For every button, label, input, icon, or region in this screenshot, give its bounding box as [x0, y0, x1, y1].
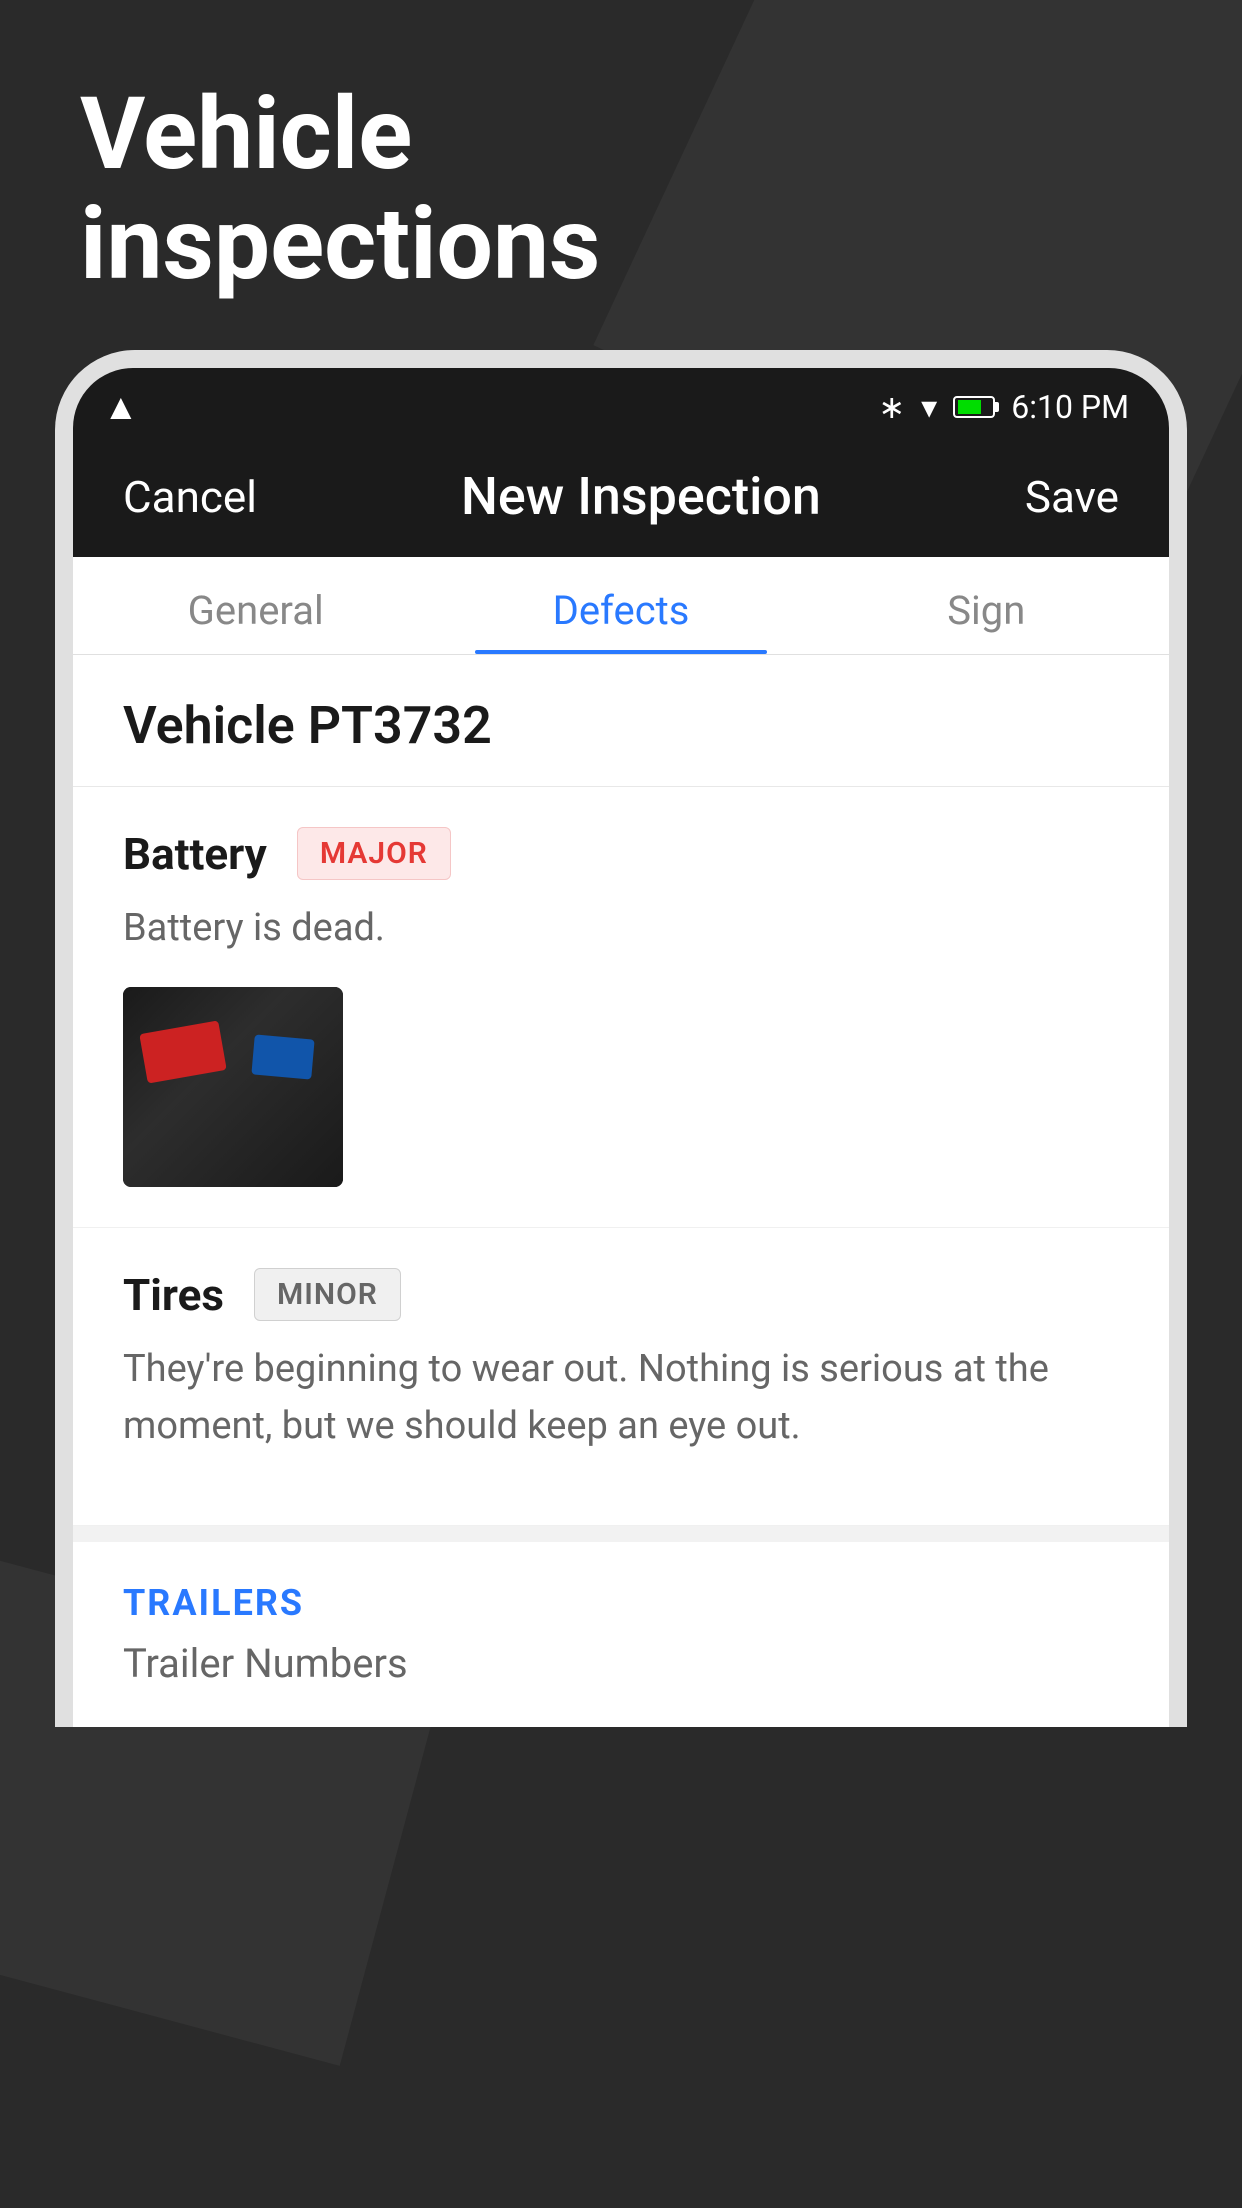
phone-mockup: ▲ ∗ ▾ 6:10 PM Cancel New Inspection Save	[55, 350, 1187, 2208]
trailers-subtitle: Trailer Numbers	[123, 1640, 1119, 1687]
defect-item-tires: Tires MINOR They're beginning to wear ou…	[73, 1228, 1169, 1526]
defect-battery-header: Battery MAJOR	[123, 827, 1119, 880]
bluetooth-icon: ∗	[878, 388, 905, 426]
trailers-section: TRAILERS Trailer Numbers	[73, 1542, 1169, 1727]
battery-fill	[958, 400, 980, 414]
defect-tires-name: Tires	[123, 1269, 224, 1321]
cancel-button[interactable]: Cancel	[123, 471, 257, 523]
defect-battery-image	[123, 987, 343, 1187]
battery-icon	[953, 396, 995, 418]
battery-tip	[995, 402, 999, 412]
tab-defects[interactable]: Defects	[438, 557, 803, 654]
page-title: Vehicle inspections	[80, 80, 600, 300]
defect-tires-description: They're beginning to wear out. Nothing i…	[123, 1341, 1119, 1455]
tab-bar: General Defects Sign	[73, 557, 1169, 655]
nav-bar: Cancel New Inspection Save	[73, 446, 1169, 557]
time-display: 6:10 PM	[1011, 388, 1129, 426]
status-bar: ▲ ∗ ▾ 6:10 PM	[73, 368, 1169, 446]
status-right: ∗ ▾ 6:10 PM	[878, 388, 1129, 426]
vehicle-card: Vehicle PT3732 Battery MAJOR Battery is …	[73, 655, 1169, 1526]
tab-sign[interactable]: Sign	[804, 557, 1169, 654]
phone-screen: ▲ ∗ ▾ 6:10 PM Cancel New Inspection Save	[73, 368, 1169, 1727]
nav-title: New Inspection	[461, 466, 821, 527]
defect-item-battery: Battery MAJOR Battery is dead.	[73, 787, 1169, 1228]
phone-frame: ▲ ∗ ▾ 6:10 PM Cancel New Inspection Save	[55, 350, 1187, 1727]
tab-general[interactable]: General	[73, 557, 438, 654]
signal-icon: ▲	[103, 386, 139, 428]
page-title-area: Vehicle inspections	[80, 80, 600, 300]
vehicle-name: Vehicle PT3732	[123, 695, 492, 756]
defect-tires-header: Tires MINOR	[123, 1268, 1119, 1321]
defect-battery-description: Battery is dead.	[123, 900, 1119, 957]
content-area: Vehicle PT3732 Battery MAJOR Battery is …	[73, 655, 1169, 1727]
vehicle-header: Vehicle PT3732	[73, 655, 1169, 787]
save-button[interactable]: Save	[1025, 471, 1119, 523]
defect-battery-name: Battery	[123, 828, 267, 880]
wifi-icon: ▾	[921, 388, 937, 426]
trailers-label: TRAILERS	[123, 1582, 1119, 1624]
battery-photo	[123, 987, 343, 1187]
defect-battery-badge: MAJOR	[297, 827, 451, 880]
defect-tires-badge: MINOR	[254, 1268, 401, 1321]
